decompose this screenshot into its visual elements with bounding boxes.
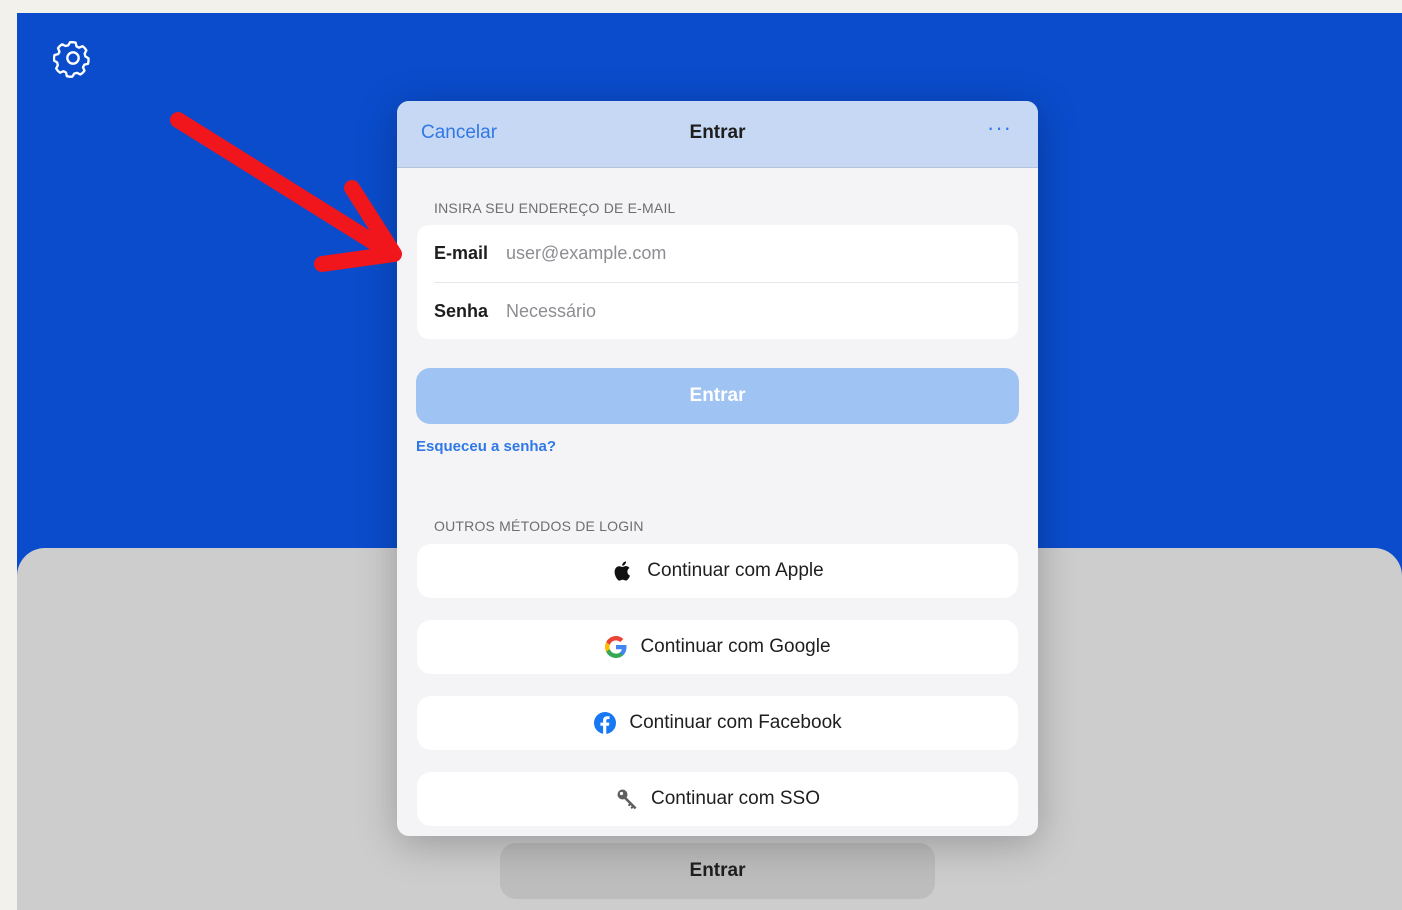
forgot-password-link[interactable]: Esqueceu a senha? (416, 438, 556, 455)
gear-icon[interactable] (53, 38, 93, 78)
email-field[interactable] (506, 242, 1018, 264)
background-sign-in-button[interactable]: Entrar (500, 843, 935, 899)
facebook-icon (594, 712, 617, 734)
continue-with-facebook-button[interactable]: Continuar com Facebook (417, 696, 1018, 750)
provider-label: Continuar com Apple (647, 560, 824, 581)
continue-with-google-button[interactable]: Continuar com Google (417, 620, 1018, 674)
provider-label: Continuar com SSO (651, 788, 820, 809)
sign-in-modal: Cancelar Entrar ··· INSIRA SEU ENDEREÇO … (397, 101, 1038, 836)
continue-with-sso-button[interactable]: Continuar com SSO (417, 772, 1018, 826)
google-icon (605, 636, 627, 658)
password-field[interactable] (506, 300, 1018, 322)
sign-in-button[interactable]: Entrar (416, 368, 1019, 424)
email-label: E-mail (434, 242, 489, 263)
email-section-heading: INSIRA SEU ENDEREÇO DE E-MAIL (434, 200, 676, 216)
email-row: E-mail (417, 225, 1018, 281)
password-row: Senha (417, 283, 1018, 339)
continue-with-apple-button[interactable]: Continuar com Apple (417, 544, 1018, 598)
credentials-card: E-mail Senha (417, 225, 1018, 339)
more-options-icon[interactable]: ··· (987, 115, 1012, 141)
modal-header: Cancelar Entrar ··· (397, 101, 1038, 168)
other-methods-heading: OUTROS MÉTODOS DE LOGIN (434, 518, 644, 534)
provider-label: Continuar com Google (640, 636, 831, 657)
provider-label: Continuar com Facebook (629, 712, 842, 733)
apple-icon (614, 561, 631, 581)
password-label: Senha (434, 300, 489, 321)
key-icon (617, 789, 637, 810)
modal-title: Entrar (689, 122, 746, 143)
